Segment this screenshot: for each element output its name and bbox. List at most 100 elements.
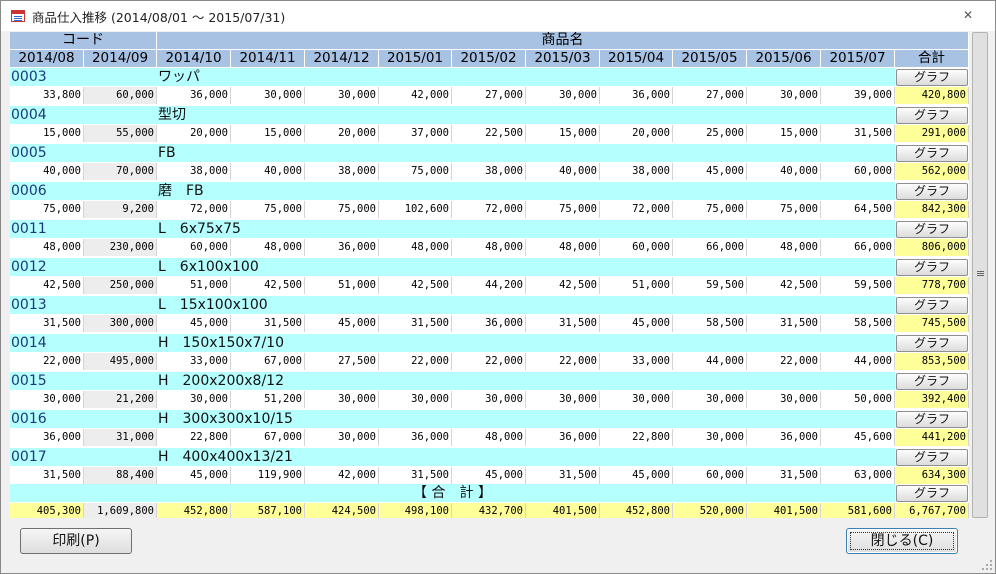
month-value[interactable]: 48,000 [10,239,84,256]
product-name[interactable]: H 300x300x10/15 [158,410,293,428]
graph-button[interactable]: グラフ [896,145,968,162]
month-value[interactable]: 36,000 [452,315,526,332]
row-total[interactable]: 853,500 [895,353,969,370]
month-value[interactable]: 36,000 [379,429,452,446]
month-value[interactable]: 45,000 [305,315,379,332]
graph-button[interactable]: グラフ [896,411,968,428]
month-value[interactable]: 42,500 [526,277,600,294]
month-value[interactable]: 36,000 [10,429,84,446]
month-value[interactable]: 22,000 [526,353,600,370]
month-value[interactable]: 60,000 [84,87,157,104]
month-value[interactable]: 30,000 [10,391,84,408]
month-value[interactable]: 30,000 [600,391,673,408]
month-value[interactable]: 20,000 [157,125,231,142]
product-name[interactable]: L 6x100x100 [158,258,259,276]
month-value[interactable]: 22,500 [452,125,526,142]
month-value[interactable]: 45,000 [600,467,673,484]
month-value[interactable]: 27,000 [673,87,747,104]
month-value[interactable]: 230,000 [84,239,157,256]
product-code[interactable]: 0015 [11,372,47,390]
month-value[interactable]: 55,000 [84,125,157,142]
month-value[interactable]: 22,800 [157,429,231,446]
month-value[interactable]: 15,000 [747,125,821,142]
product-code[interactable]: 0017 [11,448,47,466]
scroll-thumb[interactable] [972,32,988,518]
month-value[interactable]: 15,000 [526,125,600,142]
month-value[interactable]: 30,000 [452,391,526,408]
month-value[interactable]: 42,500 [231,277,305,294]
month-value[interactable]: 22,000 [379,353,452,370]
month-value[interactable]: 60,000 [821,163,895,180]
month-value[interactable]: 67,000 [231,353,305,370]
month-value[interactable]: 51,000 [305,277,379,294]
month-value[interactable]: 15,000 [10,125,84,142]
month-value[interactable]: 31,500 [526,315,600,332]
graph-button[interactable]: グラフ [896,449,968,466]
close-button[interactable]: 閉じる(C) [846,528,958,554]
month-value[interactable]: 250,000 [84,277,157,294]
month-value[interactable]: 36,000 [305,239,379,256]
month-value[interactable]: 44,200 [452,277,526,294]
product-code[interactable]: 0011 [11,220,47,238]
month-value[interactable]: 70,000 [84,163,157,180]
month-value[interactable]: 51,000 [600,277,673,294]
product-name[interactable]: H 150x150x7/10 [158,334,284,352]
row-total[interactable]: 806,000 [895,239,969,256]
month-value[interactable]: 75,000 [379,163,452,180]
close-icon[interactable]: ✕ [963,8,973,22]
month-value[interactable]: 45,000 [157,467,231,484]
month-value[interactable]: 31,500 [747,315,821,332]
graph-button[interactable]: グラフ [896,297,968,314]
month-value[interactable]: 63,000 [821,467,895,484]
month-value[interactable]: 31,000 [84,429,157,446]
month-value[interactable]: 75,000 [747,201,821,218]
month-value[interactable]: 30,000 [526,391,600,408]
month-value[interactable]: 72,000 [452,201,526,218]
month-value[interactable]: 67,000 [231,429,305,446]
product-code[interactable]: 0014 [11,334,47,352]
product-code[interactable]: 0012 [11,258,47,276]
month-value[interactable]: 42,500 [10,277,84,294]
month-value[interactable]: 31,500 [379,315,452,332]
month-value[interactable]: 75,000 [10,201,84,218]
month-value[interactable]: 45,600 [821,429,895,446]
month-value[interactable]: 31,500 [821,125,895,142]
product-code[interactable]: 0016 [11,410,47,428]
row-total[interactable]: 291,000 [895,125,969,142]
month-value[interactable]: 102,600 [379,201,452,218]
month-value[interactable]: 15,000 [231,125,305,142]
month-value[interactable]: 30,000 [526,87,600,104]
month-value[interactable]: 38,000 [157,163,231,180]
month-value[interactable]: 300,000 [84,315,157,332]
month-value[interactable]: 36,000 [747,429,821,446]
product-name[interactable]: ワッパ [158,68,200,86]
month-value[interactable]: 42,500 [379,277,452,294]
graph-button[interactable]: グラフ [896,259,968,276]
month-value[interactable]: 27,500 [305,353,379,370]
graph-button[interactable]: グラフ [896,335,968,352]
month-value[interactable]: 495,000 [84,353,157,370]
month-value[interactable]: 59,500 [673,277,747,294]
month-value[interactable]: 20,000 [600,125,673,142]
product-code[interactable]: 0013 [11,296,47,314]
month-value[interactable]: 31,500 [526,467,600,484]
product-name[interactable]: FB [158,144,176,162]
product-name[interactable]: L 6x75x75 [158,220,241,238]
month-value[interactable]: 48,000 [526,239,600,256]
row-total[interactable]: 842,300 [895,201,969,218]
month-value[interactable]: 22,000 [10,353,84,370]
month-value[interactable]: 33,000 [157,353,231,370]
row-total[interactable]: 634,300 [895,467,969,484]
month-value[interactable]: 31,500 [10,467,84,484]
month-value[interactable]: 58,500 [821,315,895,332]
month-value[interactable]: 60,000 [157,239,231,256]
month-value[interactable]: 40,000 [231,163,305,180]
month-value[interactable]: 31,500 [747,467,821,484]
month-value[interactable]: 75,000 [526,201,600,218]
row-total[interactable]: 562,000 [895,163,969,180]
product-name[interactable]: 磨 FB [158,182,204,200]
month-value[interactable]: 42,500 [747,277,821,294]
month-value[interactable]: 36,000 [157,87,231,104]
month-value[interactable]: 30,000 [305,87,379,104]
month-value[interactable]: 9,200 [84,201,157,218]
